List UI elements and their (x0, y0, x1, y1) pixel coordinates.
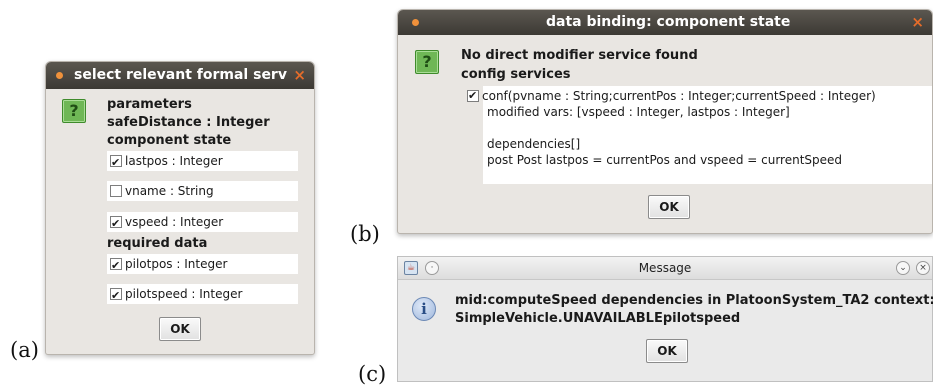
vname-checkbox[interactable] (110, 185, 122, 197)
conf-service-checkbox[interactable] (467, 88, 479, 104)
service-signature: conf(pvname : String;currentPos : Intege… (482, 89, 876, 103)
state-item-label: lastpos : Integer (125, 154, 223, 168)
service-row[interactable]: conf(pvname : String;currentPos : Intege… (467, 88, 929, 104)
ok-button[interactable]: OK (646, 339, 688, 363)
state-item-vspeed[interactable]: vspeed : Integer (107, 212, 298, 234)
postcondition: post Post lastpos = currentPos and vspee… (487, 153, 843, 167)
pilotpos-checkbox[interactable] (110, 256, 122, 276)
state-item-label: vname : String (125, 184, 214, 198)
config-services-heading: config services (461, 67, 571, 82)
state-item-lastpos[interactable]: lastpos : Integer (107, 151, 298, 173)
dialog-c-titlebar[interactable]: ☕ · Message ⌄ × (398, 257, 932, 280)
question-icon: ? (62, 99, 86, 123)
required-item-pilotpos[interactable]: pilotpos : Integer (107, 254, 298, 276)
dialog-a-close-icon[interactable]: × (293, 62, 306, 89)
no-modifier-heading: No direct modifier service found (461, 48, 698, 63)
message-line-1: mid:computeSpeed dependencies in Platoon… (455, 293, 933, 308)
required-data-heading: required data (107, 236, 208, 251)
required-item-pilotspeed[interactable]: pilotspeed : Integer (107, 284, 298, 306)
component-state-heading: component state (107, 133, 232, 148)
panel-label-b: (b) (350, 222, 380, 246)
parameters-heading: parameters (107, 97, 192, 112)
dialog-b-titlebar[interactable]: data binding: component state × (398, 10, 932, 35)
data-binding-dialog: data binding: component state × ? No dir… (397, 9, 933, 234)
window-menu-dot-icon[interactable] (412, 19, 419, 26)
ok-button[interactable]: OK (648, 195, 690, 219)
vspeed-checkbox[interactable] (110, 214, 122, 234)
message-dialog: ☕ · Message ⌄ × i mid:computeSpeed depen… (397, 256, 933, 382)
dialog-a-title: select relevant formal serv (74, 67, 287, 83)
dialog-b-close-icon[interactable]: × (911, 10, 924, 35)
ok-button[interactable]: OK (159, 317, 201, 341)
service-details-area: conf(pvname : String;currentPos : Intege… (467, 86, 932, 184)
state-item-vname[interactable]: vname : String (107, 181, 298, 201)
panel-label-a: (a) (10, 338, 39, 362)
lastpos-checkbox[interactable] (110, 153, 122, 173)
required-item-label: pilotspeed : Integer (125, 287, 243, 301)
message-line-2: SimpleVehicle.UNAVAILABLEpilotspeed (455, 311, 741, 326)
dialog-c-title: Message (638, 261, 692, 275)
parameter-safe-distance: safeDistance : Integer (107, 115, 270, 130)
required-item-label: pilotpos : Integer (125, 257, 228, 271)
dialog-a-titlebar[interactable]: select relevant formal serv × (46, 62, 314, 89)
window-menu-dot-icon[interactable] (56, 72, 63, 79)
info-icon: i (412, 297, 436, 321)
modified-vars: modified vars: [vspeed : Integer, lastpo… (487, 105, 790, 119)
dialog-b-title: data binding: component state (546, 14, 791, 30)
question-icon: ? (415, 50, 439, 74)
pilotspeed-checkbox[interactable] (110, 286, 122, 306)
dependencies: dependencies[] (487, 137, 581, 151)
panel-label-c: (c) (358, 362, 387, 386)
close-icon[interactable]: × (916, 261, 930, 275)
select-formal-service-dialog: select relevant formal serv × ? paramete… (45, 61, 315, 355)
minimize-icon[interactable]: ⌄ (896, 261, 910, 275)
state-item-label: vspeed : Integer (125, 215, 224, 229)
